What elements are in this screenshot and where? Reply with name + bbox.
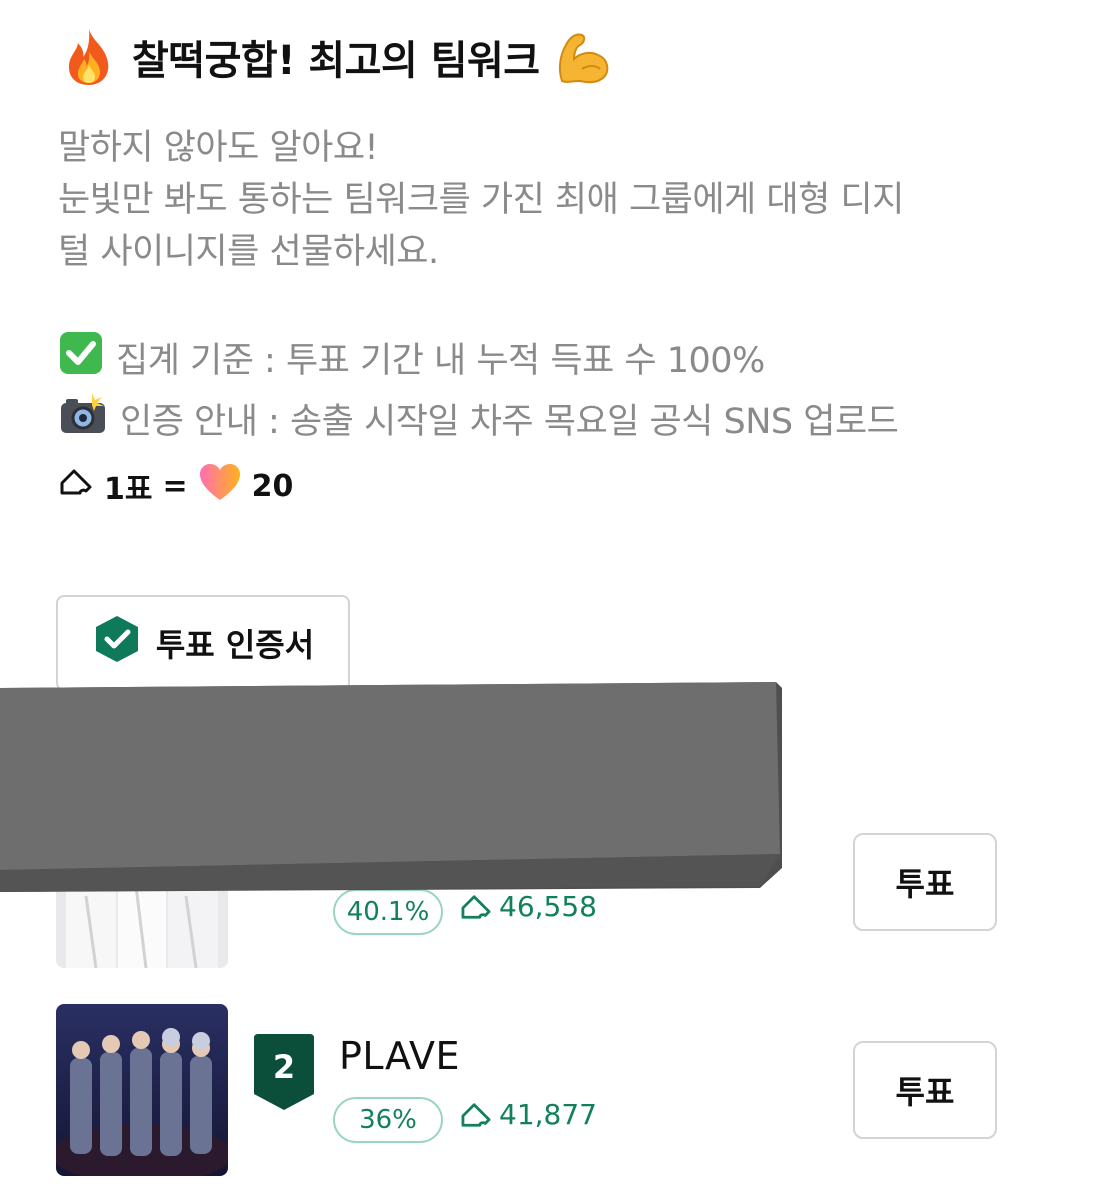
vote-certificate-button[interactable]: 투표 인증서: [56, 595, 350, 691]
proof-row: 인증 안내 : 송출 시작일 차주 목요일 공식 SNS 업로드: [58, 391, 899, 452]
rank-badge: 2: [248, 1032, 320, 1112]
artist-name: PLAVE: [339, 1034, 461, 1078]
fire-icon: [58, 26, 120, 88]
shield-check-icon: [92, 614, 142, 672]
event-info: 집계 기준 : 투표 기간 내 누적 득표 수 100% 인증 안내 : 송출 …: [58, 330, 899, 452]
criteria-text: 집계 기준 : 투표 기간 내 누적 득표 수 100%: [116, 340, 765, 381]
description-line: 말하지 않아도 알아요!: [58, 128, 379, 168]
criteria-row: 집계 기준 : 투표 기간 내 누적 득표 수 100%: [58, 330, 898, 391]
heart-icon: [198, 462, 242, 510]
page-title-text: 찰떡궁합! 최고의 팀워크: [132, 38, 540, 84]
vote-rate: 1표 = 20: [58, 462, 293, 510]
vote-unit: 1표: [104, 472, 153, 507]
check-box-icon: [58, 330, 104, 391]
heart-amount: 20: [251, 468, 294, 504]
flexed-biceps-icon: [552, 26, 614, 88]
vote-count-value: 46,558: [499, 890, 597, 923]
proof-text: 인증 안내 : 송출 시작일 차주 목요일 공식 SNS 업로드: [120, 401, 899, 442]
vote-certificate-label: 투표 인증서: [155, 626, 315, 664]
description-line: 눈빛만 봐도 통하는 팀워크를 가진 최애 그룹에게 대형 디지: [58, 180, 904, 220]
ticket-icon: [461, 1102, 491, 1127]
vote-count-value: 41,877: [499, 1098, 597, 1131]
vote-button[interactable]: 투표: [853, 833, 997, 931]
vote-count: 41,877: [459, 1098, 597, 1131]
rank-number: 2: [272, 1048, 296, 1086]
equals-sign: =: [162, 468, 188, 504]
vote-count: 46,558: [459, 890, 597, 923]
vote-percent: 36%: [333, 1097, 443, 1143]
event-description: 말하지 않아도 알아요! 눈빛만 봐도 통하는 팀워크를 가진 최애 그룹에게 …: [58, 122, 1058, 278]
artist-thumbnail: [56, 1004, 228, 1176]
vote-button[interactable]: 투표: [853, 1041, 997, 1139]
camera-flash-icon: [58, 391, 108, 452]
ticket-icon: [461, 894, 491, 919]
page-title: 찰떡궁합! 최고의 팀워크: [58, 26, 614, 88]
ticket-icon: [58, 467, 94, 505]
vote-percent: 40.1%: [333, 889, 443, 935]
redaction-block: [0, 682, 782, 892]
description-line: 털 사이니지를 선물하세요.: [58, 232, 439, 272]
